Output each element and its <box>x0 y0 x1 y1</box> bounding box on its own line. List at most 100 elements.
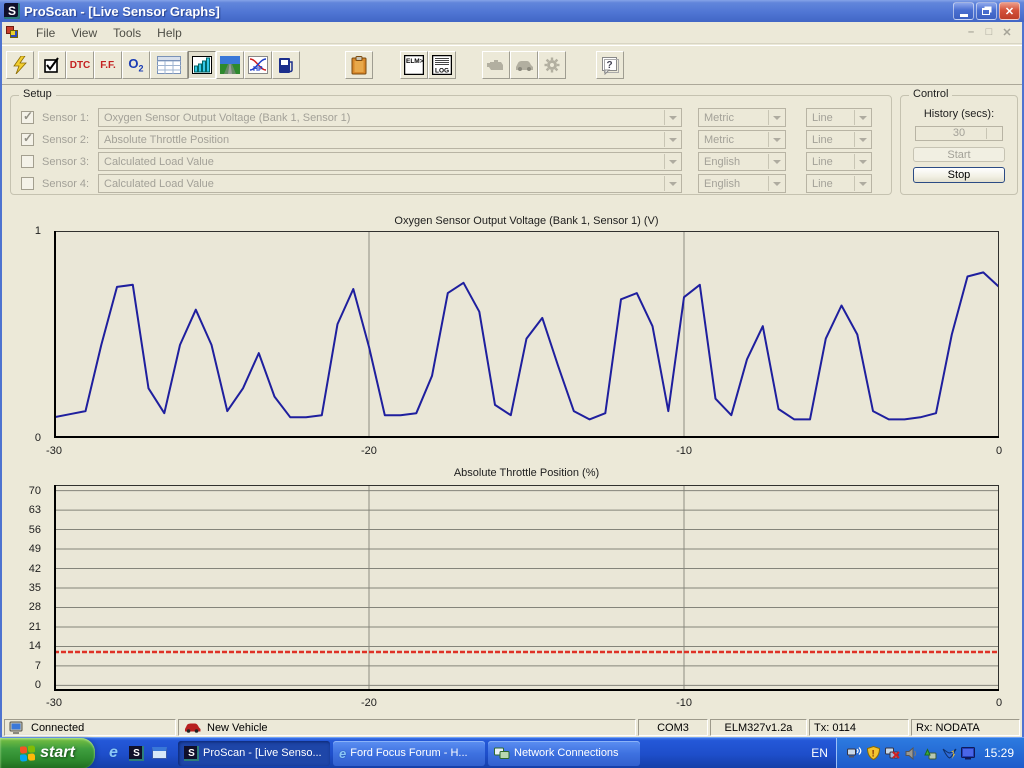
checkbox-icon <box>44 57 60 73</box>
window-shortcut-icon[interactable] <box>151 745 168 762</box>
start-button-taskbar[interactable]: start <box>0 738 95 768</box>
sensor1-label: Sensor 1: <box>42 112 98 124</box>
svg-text:HP: HP <box>253 66 263 73</box>
live-graphs-button[interactable] <box>188 51 216 79</box>
y-tick-label: 49 <box>29 543 41 555</box>
x-tick-label: 0 <box>996 445 1002 457</box>
security-shield-icon[interactable]: ! <box>866 746 881 761</box>
internet-explorer-task-icon: e <box>339 746 346 761</box>
o2-chart-title: Oxygen Sensor Output Voltage (Bank 1, Se… <box>54 215 999 227</box>
connect-button[interactable] <box>6 51 34 79</box>
windows-logo-icon <box>20 745 35 762</box>
close-button[interactable]: ✕ <box>999 2 1020 20</box>
y-tick-label: 63 <box>29 504 41 516</box>
tx-panel: Tx: 0114 <box>809 719 909 736</box>
y-tick-label: 7 <box>35 660 41 672</box>
x-tick-label: -30 <box>46 697 62 709</box>
x-tick-label: -20 <box>361 445 377 457</box>
y-tick-label: 1 <box>35 225 41 237</box>
menu-tools[interactable]: Tools <box>105 23 149 43</box>
control-group: Control History (secs): 30 Start Stop <box>900 95 1018 195</box>
bar-chart-icon <box>192 56 212 74</box>
road-icon <box>220 56 240 74</box>
tps-chart-title: Absolute Throttle Position (%) <box>54 467 999 479</box>
language-indicator[interactable]: EN <box>803 746 836 760</box>
help-icon: ? <box>601 56 619 75</box>
clock[interactable]: 15:29 <box>984 746 1014 760</box>
mdi-restore-icon: □ <box>982 26 996 39</box>
sensor3-checkbox <box>21 155 34 168</box>
removable-device-icon[interactable] <box>923 746 938 761</box>
start-label: start <box>40 744 75 762</box>
data-table-button[interactable] <box>150 51 188 79</box>
spinner-down-icon <box>987 136 1001 144</box>
menu-help[interactable]: Help <box>149 23 190 43</box>
log-button[interactable]: LOG <box>428 51 456 79</box>
y-tick-label: 0 <box>35 432 41 444</box>
svg-text:?: ? <box>607 60 613 71</box>
task-network-connections[interactable]: Network Connections <box>488 741 640 766</box>
quick-launch: e S <box>95 745 176 762</box>
minimize-button[interactable] <box>953 2 974 20</box>
menu-bar: File View Tools Help – □ ✕ <box>2 22 1022 44</box>
chevron-down-icon <box>854 132 870 147</box>
help-button[interactable]: ? <box>596 51 624 79</box>
menu-view[interactable]: View <box>63 23 105 43</box>
o2-test-button[interactable]: O2 <box>122 51 150 79</box>
settings-button-disabled <box>538 51 566 79</box>
tps-chart-x-axis: -30-20-100 <box>54 695 999 709</box>
sensor1-checkbox <box>21 111 34 124</box>
gear-icon <box>544 57 560 73</box>
system-tray: ! 15:29 <box>836 738 1024 768</box>
vehicle-car-icon <box>183 722 201 733</box>
lightning-icon <box>12 56 28 74</box>
task-proscan[interactable]: S ProScan - [Live Senso... <box>178 741 330 766</box>
sensor1-style-select: Line <box>806 108 872 127</box>
menu-file[interactable]: File <box>28 23 63 43</box>
dtc-icon: DTC <box>70 60 91 71</box>
display-settings-icon[interactable] <box>961 746 976 761</box>
volume-icon[interactable] <box>904 746 919 761</box>
mdi-child-icon[interactable] <box>6 26 20 40</box>
sensor2-style-select: Line <box>806 130 872 149</box>
taskbar: start e S S ProScan - [Live Senso... e F… <box>0 737 1024 768</box>
dtc-button[interactable]: DTC <box>66 51 94 79</box>
chevron-down-icon <box>854 110 870 125</box>
network-disconnected-icon[interactable] <box>885 746 900 761</box>
antivirus-icon[interactable] <box>942 746 957 761</box>
sensor4-style-select: Line <box>806 174 872 193</box>
sensor2-checkbox <box>21 133 34 146</box>
test-results-button[interactable] <box>38 51 66 79</box>
task-ford-focus-forum[interactable]: e Ford Focus Forum - H... <box>333 741 485 766</box>
svg-text:ELM>: ELM> <box>406 58 424 65</box>
o2-chart-y-axis: 01 <box>2 231 48 438</box>
network-connections-icon <box>494 747 510 760</box>
x-tick-label: -10 <box>676 697 692 709</box>
history-label: History (secs): <box>924 108 994 120</box>
stop-button[interactable]: Stop <box>913 167 1005 183</box>
chevron-down-icon <box>664 154 680 169</box>
road-test-button[interactable] <box>216 51 244 79</box>
o2-voltage-chart <box>54 231 999 438</box>
y-tick-label: 21 <box>29 621 41 633</box>
restore-button[interactable] <box>976 2 997 20</box>
com-port-panel: COM3 <box>638 719 708 736</box>
mdi-window-buttons: – □ ✕ <box>964 26 1018 39</box>
x-tick-label: 0 <box>996 697 1002 709</box>
hp-dyno-icon: HP <box>248 56 268 74</box>
clipboard-button[interactable] <box>345 51 373 79</box>
o2-chart-x-axis: -30-20-100 <box>54 443 999 457</box>
y-tick-label: 42 <box>29 563 41 575</box>
proscan-task-icon: S <box>184 746 199 761</box>
fuel-economy-button[interactable] <box>272 51 300 79</box>
elm-console-button[interactable]: ELM> <box>400 51 428 79</box>
elm-terminal-icon: ELM> <box>404 55 424 75</box>
freeze-frame-button[interactable]: F.F. <box>94 51 122 79</box>
proscan-shortcut-icon[interactable]: S <box>128 745 145 762</box>
dyno-button[interactable]: HP <box>244 51 272 79</box>
internet-explorer-icon[interactable]: e <box>105 745 122 762</box>
chevron-down-icon <box>768 110 784 125</box>
network-signal-icon[interactable] <box>847 746 862 761</box>
x-tick-label: -10 <box>676 445 692 457</box>
chart-canvas <box>54 231 999 438</box>
